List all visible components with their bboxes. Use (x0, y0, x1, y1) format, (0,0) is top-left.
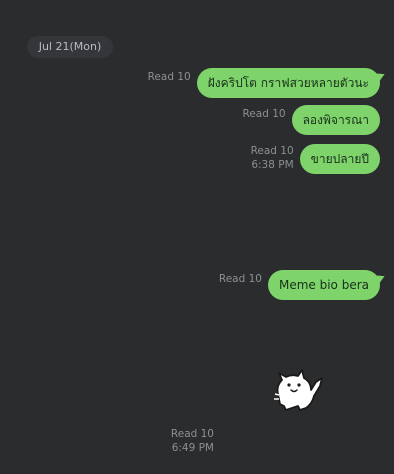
read-receipt: Read 10 (170, 428, 214, 440)
sticker-meta: Read 10 6:49 PM (160, 427, 214, 455)
date-separator: Jul 21(Mon) (27, 36, 113, 58)
message-meta: Read 10 (219, 272, 262, 286)
timestamp: 6:38 PM (251, 159, 294, 171)
message-bubble[interactable]: ขายปลายปี (299, 144, 380, 174)
message-meta: Read 10 (242, 107, 285, 121)
message-bubble[interactable]: ฝังคริปโต กราฟสวยหลายตัวนะ (196, 68, 380, 98)
cat-sticker-icon[interactable] (270, 364, 324, 412)
read-receipt: Read 10 (218, 273, 262, 285)
message-meta: Read 10 6:38 PM (251, 144, 294, 172)
read-receipt: Read 10 (147, 71, 191, 83)
message-bubble[interactable]: Meme bio bera (267, 270, 380, 300)
read-receipt: Read 10 (250, 145, 294, 157)
message-row: Read 10 6:38 PM ขายปลายปี (251, 144, 380, 174)
read-receipt: Read 10 (242, 108, 286, 120)
timestamp: 6:49 PM (171, 442, 214, 454)
message-meta: Read 10 (148, 70, 191, 84)
message-row: Read 10 ลองพิจารณา (242, 105, 380, 135)
message-bubble[interactable]: ลองพิจารณา (291, 105, 380, 135)
cat-sticker-graphic (274, 369, 323, 411)
message-row: Read 10 ฝังคริปโต กราฟสวยหลายตัวนะ (148, 68, 380, 98)
message-row: Read 10 Meme bio bera (219, 270, 380, 300)
